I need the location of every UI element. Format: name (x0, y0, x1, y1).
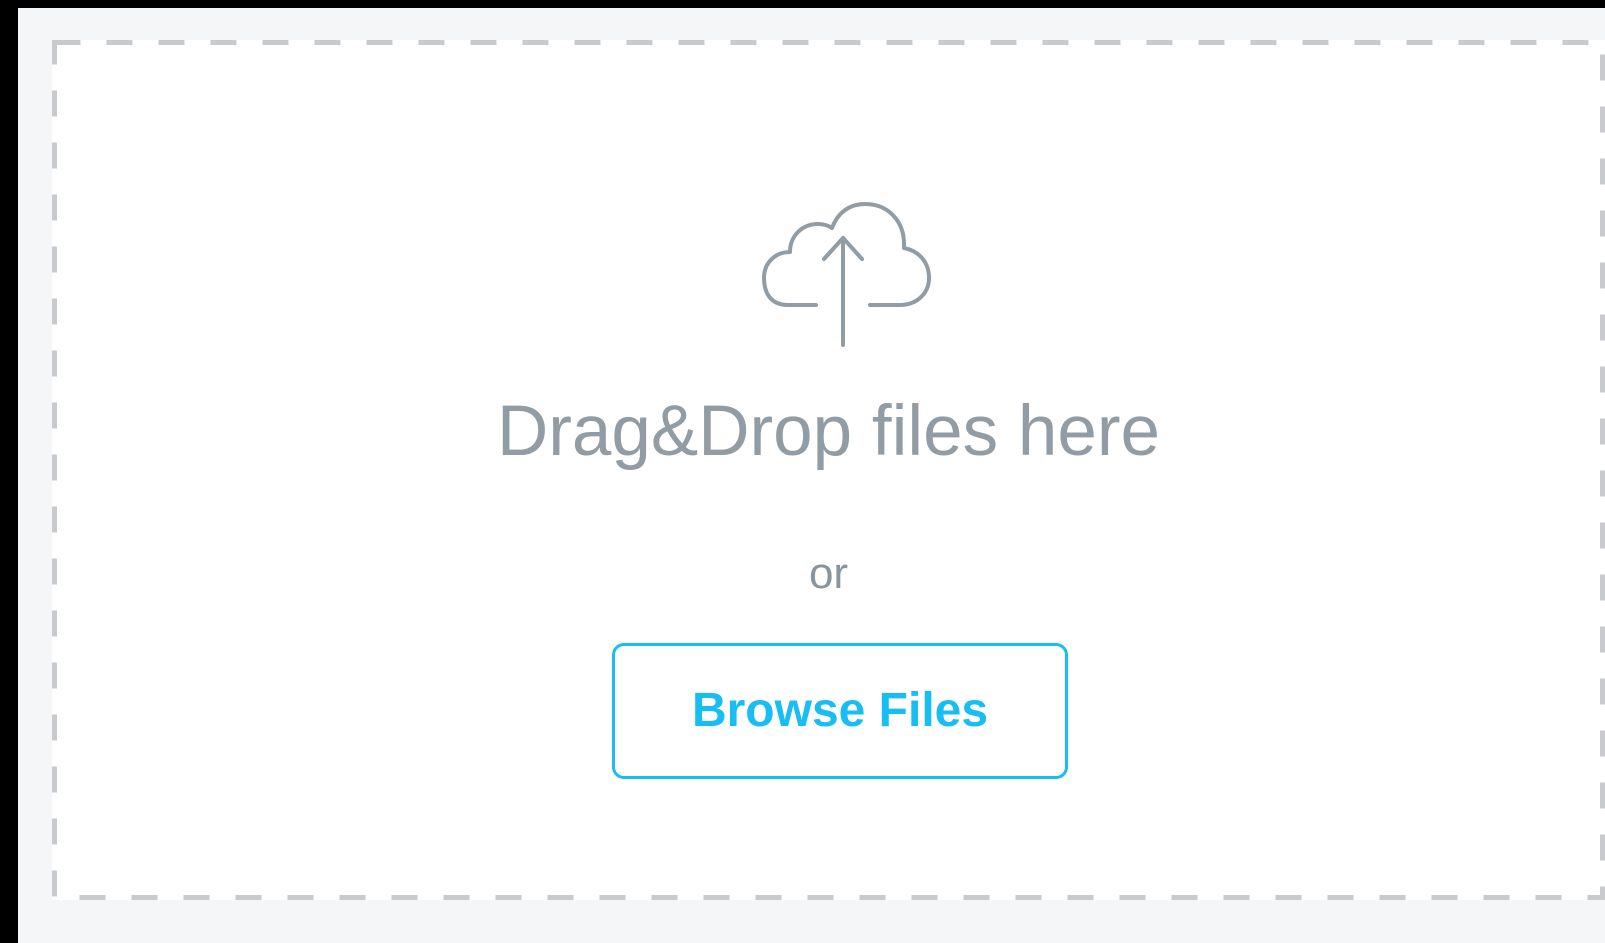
or-separator: or (808, 549, 849, 598)
drop-zone-title: Drag&Drop files here (497, 392, 1160, 471)
browse-files-button[interactable]: Browse Files (612, 643, 1068, 779)
upload-panel: Drag&Drop files here or Browse Files (18, 8, 1605, 943)
drop-zone[interactable]: Drag&Drop files here or Browse Files (52, 40, 1605, 900)
cloud-upload-icon (762, 202, 931, 347)
